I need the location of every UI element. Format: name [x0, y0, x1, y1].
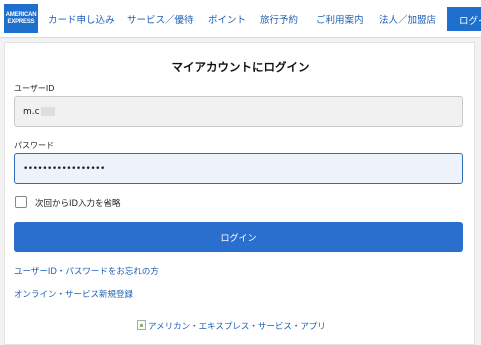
page-title: マイアカウントにログイン	[171, 60, 310, 74]
nav-card-application[interactable]: カード申し込み	[48, 12, 115, 26]
nav-points[interactable]: ポイント	[208, 12, 246, 26]
broken-image-icon	[137, 320, 146, 330]
remember-id-label[interactable]: 次回からID入力を省略	[35, 197, 121, 209]
app-link-label: アメリカン・エキスプレス・サービス・アプリ	[148, 322, 326, 332]
login-button[interactable]: ログイン	[14, 222, 463, 252]
user-id-value: m.c	[23, 107, 40, 117]
nav-login-button[interactable]: ログイン	[447, 7, 481, 31]
top-navigation-bar: AMERICAN EXPRESS カード申し込み サービス／優待 ポイント 旅行…	[0, 0, 481, 38]
nav-usage-guide[interactable]: ご利用案内	[316, 12, 364, 26]
password-value: •••••••••••••••••	[23, 164, 105, 174]
password-field[interactable]: •••••••••••••••••	[14, 153, 463, 184]
register-link[interactable]: オンライン・サービス新規登録	[14, 288, 133, 300]
amex-logo[interactable]: AMERICAN EXPRESS	[4, 4, 38, 33]
password-label: パスワード	[14, 141, 54, 150]
nav-corporate-merchant[interactable]: 法人／加盟店	[379, 12, 436, 26]
logo-line-2: EXPRESS	[7, 18, 35, 25]
app-link[interactable]: アメリカン・エキスプレス・サービス・アプリ	[137, 320, 326, 332]
masked-text	[40, 107, 55, 116]
logo-line-1: AMERICAN	[5, 11, 37, 18]
user-id-field[interactable]: m.c	[14, 96, 463, 127]
user-id-label: ユーザーID	[14, 84, 55, 93]
nav-services-benefits[interactable]: サービス／優待	[127, 12, 194, 26]
login-card: マイアカウントにログイン ユーザーID m.c パスワード ••••••••••…	[4, 42, 475, 345]
remember-id-checkbox[interactable]	[15, 196, 27, 208]
nav-travel-booking[interactable]: 旅行予約	[260, 12, 298, 26]
forgot-credentials-link[interactable]: ユーザーID・パスワードをお忘れの方	[14, 265, 159, 277]
